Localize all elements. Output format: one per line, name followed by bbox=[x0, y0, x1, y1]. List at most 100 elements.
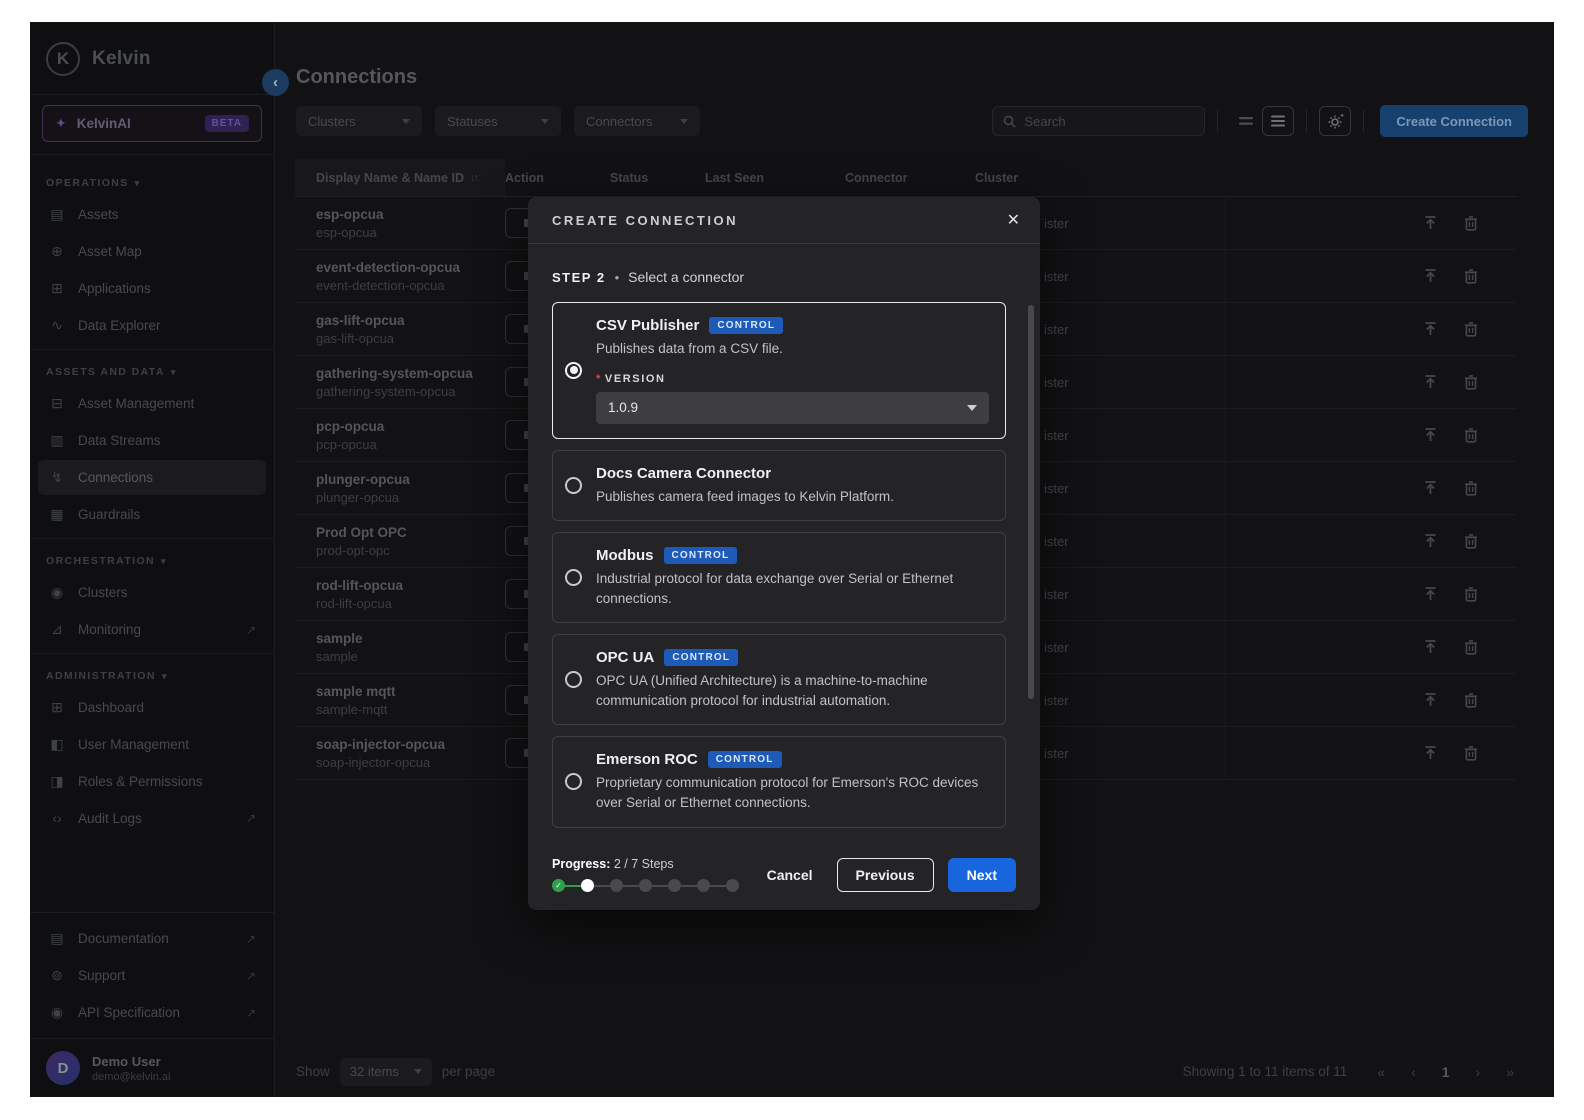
delete-button[interactable] bbox=[1464, 480, 1478, 496]
table-settings-button[interactable]: ✦ bbox=[1319, 106, 1351, 136]
delete-button[interactable] bbox=[1464, 427, 1478, 443]
delete-button[interactable] bbox=[1464, 692, 1478, 708]
radio-button[interactable] bbox=[565, 569, 582, 586]
connection-display-name[interactable]: plunger-opcua bbox=[316, 472, 505, 487]
show-label: Show bbox=[296, 1064, 330, 1079]
section-header[interactable]: OPERATIONS▾ bbox=[30, 171, 274, 195]
connector-option-emerson-roc[interactable]: Emerson ROC CONTROL Proprietary communic… bbox=[552, 736, 1006, 827]
step-indicator: STEP 2 • Select a connector bbox=[528, 244, 1040, 297]
first-page-button[interactable]: « bbox=[1377, 1064, 1385, 1080]
section-header[interactable]: ADMINISTRATION▾ bbox=[30, 664, 274, 688]
sidebar-item-guardrails[interactable]: ▦ Guardrails bbox=[38, 497, 266, 532]
upload-button[interactable] bbox=[1423, 427, 1438, 443]
upload-button[interactable] bbox=[1423, 745, 1438, 761]
connector-option-modbus[interactable]: Modbus CONTROL Industrial protocol for d… bbox=[552, 532, 1006, 623]
delete-button[interactable] bbox=[1464, 321, 1478, 337]
next-page-button[interactable]: › bbox=[1476, 1064, 1481, 1080]
upload-button[interactable] bbox=[1423, 215, 1438, 231]
last-page-button[interactable]: » bbox=[1506, 1064, 1514, 1080]
connection-display-name[interactable]: pcp-opcua bbox=[316, 419, 505, 434]
create-connection-button[interactable]: Create Connection bbox=[1380, 105, 1528, 137]
sidebar-item-connections[interactable]: ↯ Connections bbox=[38, 460, 266, 495]
connectors-filter-dropdown[interactable]: Connectors bbox=[574, 106, 700, 136]
trash-icon bbox=[1464, 586, 1478, 602]
sidebar-item-monitoring[interactable]: ⊿ Monitoring ↗ bbox=[38, 612, 266, 647]
connection-display-name[interactable]: esp-opcua bbox=[316, 207, 505, 222]
delete-button[interactable] bbox=[1464, 533, 1478, 549]
sidebar-item-dashboard[interactable]: ⊞ Dashboard bbox=[38, 690, 266, 725]
upload-button[interactable] bbox=[1423, 692, 1438, 708]
close-icon[interactable]: ✕ bbox=[1007, 210, 1020, 230]
sidebar-item-asset-map[interactable]: ⊕ Asset Map bbox=[38, 234, 266, 269]
sidebar-item-applications[interactable]: ⊞ Applications bbox=[38, 271, 266, 306]
sidebar-collapse-button[interactable]: ‹ bbox=[262, 69, 289, 96]
connection-display-name[interactable]: gas-lift-opcua bbox=[316, 313, 505, 328]
previous-button[interactable]: Previous bbox=[837, 858, 934, 892]
section-header[interactable]: ORCHESTRATION▾ bbox=[30, 549, 274, 573]
upload-button[interactable] bbox=[1423, 480, 1438, 496]
connection-display-name[interactable]: soap-injector-opcua bbox=[316, 737, 505, 752]
upload-button[interactable] bbox=[1423, 586, 1438, 602]
connection-display-name[interactable]: Prod Opt OPC bbox=[316, 525, 505, 540]
radio-button[interactable] bbox=[565, 477, 582, 494]
connection-display-name[interactable]: rod-lift-opcua bbox=[316, 578, 505, 593]
version-dropdown[interactable]: 1.0.9 bbox=[596, 392, 989, 424]
upload-button[interactable] bbox=[1423, 268, 1438, 284]
delete-button[interactable] bbox=[1464, 745, 1478, 761]
trash-icon bbox=[1464, 321, 1478, 337]
clusters-filter-dropdown[interactable]: Clusters bbox=[296, 106, 422, 136]
upload-button[interactable] bbox=[1423, 639, 1438, 655]
sidebar-item-data-explorer[interactable]: ∿ Data Explorer bbox=[38, 308, 266, 343]
upload-icon bbox=[1423, 215, 1438, 231]
search-input[interactable] bbox=[1024, 114, 1194, 129]
asset-management-icon: ⊟ bbox=[48, 395, 66, 412]
sidebar-item-roles-permissions[interactable]: ◨ Roles & Permissions bbox=[38, 764, 266, 799]
clusters-icon: ◉ bbox=[48, 584, 66, 601]
sidebar-item-clusters[interactable]: ◉ Clusters bbox=[38, 575, 266, 610]
upload-button[interactable] bbox=[1423, 533, 1438, 549]
delete-button[interactable] bbox=[1464, 374, 1478, 390]
current-page[interactable]: 1 bbox=[1442, 1064, 1450, 1080]
sidebar-item-user-management[interactable]: ◧ User Management bbox=[38, 727, 266, 762]
sidebar-item-documentation[interactable]: ▤ Documentation ↗ bbox=[38, 921, 266, 956]
sidebar-item-asset-management[interactable]: ⊟ Asset Management bbox=[38, 386, 266, 421]
radio-button[interactable] bbox=[565, 671, 582, 688]
section-header[interactable]: ASSETS AND DATA▾ bbox=[30, 360, 274, 384]
connector-option-csv-publisher[interactable]: CSV Publisher CONTROL Publishes data fro… bbox=[552, 302, 1006, 439]
card-view-toggle[interactable] bbox=[1230, 106, 1262, 136]
sidebar-item-support[interactable]: ⊚ Support ↗ bbox=[38, 958, 266, 993]
statuses-filter-dropdown[interactable]: Statuses bbox=[435, 106, 561, 136]
control-badge: CONTROL bbox=[709, 317, 783, 334]
prev-page-button[interactable]: ‹ bbox=[1411, 1064, 1416, 1080]
connector-option-opc-ua[interactable]: OPC UA CONTROL OPC UA (Unified Architect… bbox=[552, 634, 1006, 725]
connector-option-docs-camera-connector[interactable]: Docs Camera Connector Publishes camera f… bbox=[552, 450, 1006, 522]
sort-icon[interactable]: ↓↑ bbox=[470, 172, 477, 184]
sidebar-item-assets[interactable]: ▤ Assets bbox=[38, 197, 266, 232]
upload-button[interactable] bbox=[1423, 321, 1438, 337]
connection-display-name[interactable]: event-detection-opcua bbox=[316, 260, 505, 275]
cancel-button[interactable]: Cancel bbox=[757, 859, 823, 891]
radio-button[interactable] bbox=[565, 773, 582, 790]
list-view-toggle[interactable] bbox=[1262, 106, 1294, 136]
upload-button[interactable] bbox=[1423, 374, 1438, 390]
user-profile[interactable]: D Demo User demo@kelvin.ai bbox=[30, 1038, 274, 1097]
next-button[interactable]: Next bbox=[948, 858, 1016, 892]
page-size-dropdown[interactable]: 32 items bbox=[340, 1058, 432, 1086]
connection-display-name[interactable]: sample bbox=[316, 631, 505, 646]
delete-button[interactable] bbox=[1464, 268, 1478, 284]
delete-button[interactable] bbox=[1464, 639, 1478, 655]
sidebar-item-api-specification[interactable]: ◉ API Specification ↗ bbox=[38, 995, 266, 1030]
connection-display-name[interactable]: sample mqtt bbox=[316, 684, 505, 699]
sidebar-section: OPERATIONS▾ ▤ Assets ⊕ Asset Map ⊞ Appli… bbox=[30, 161, 274, 350]
kelvinai-button[interactable]: ✦ KelvinAI BETA bbox=[42, 105, 262, 142]
support-icon: ⊚ bbox=[48, 967, 66, 984]
sidebar-item-data-streams[interactable]: ▥ Data Streams bbox=[38, 423, 266, 458]
delete-button[interactable] bbox=[1464, 215, 1478, 231]
column-display-name[interactable]: Display Name & Name ID ↓↑ bbox=[295, 159, 505, 196]
radio-button[interactable] bbox=[565, 362, 582, 379]
external-link-icon: ↗ bbox=[246, 811, 256, 825]
connection-display-name[interactable]: gathering-system-opcua bbox=[316, 366, 505, 381]
delete-button[interactable] bbox=[1464, 586, 1478, 602]
scrollbar-thumb[interactable] bbox=[1028, 305, 1034, 699]
sidebar-item-audit-logs[interactable]: ‹› Audit Logs ↗ bbox=[38, 801, 266, 835]
